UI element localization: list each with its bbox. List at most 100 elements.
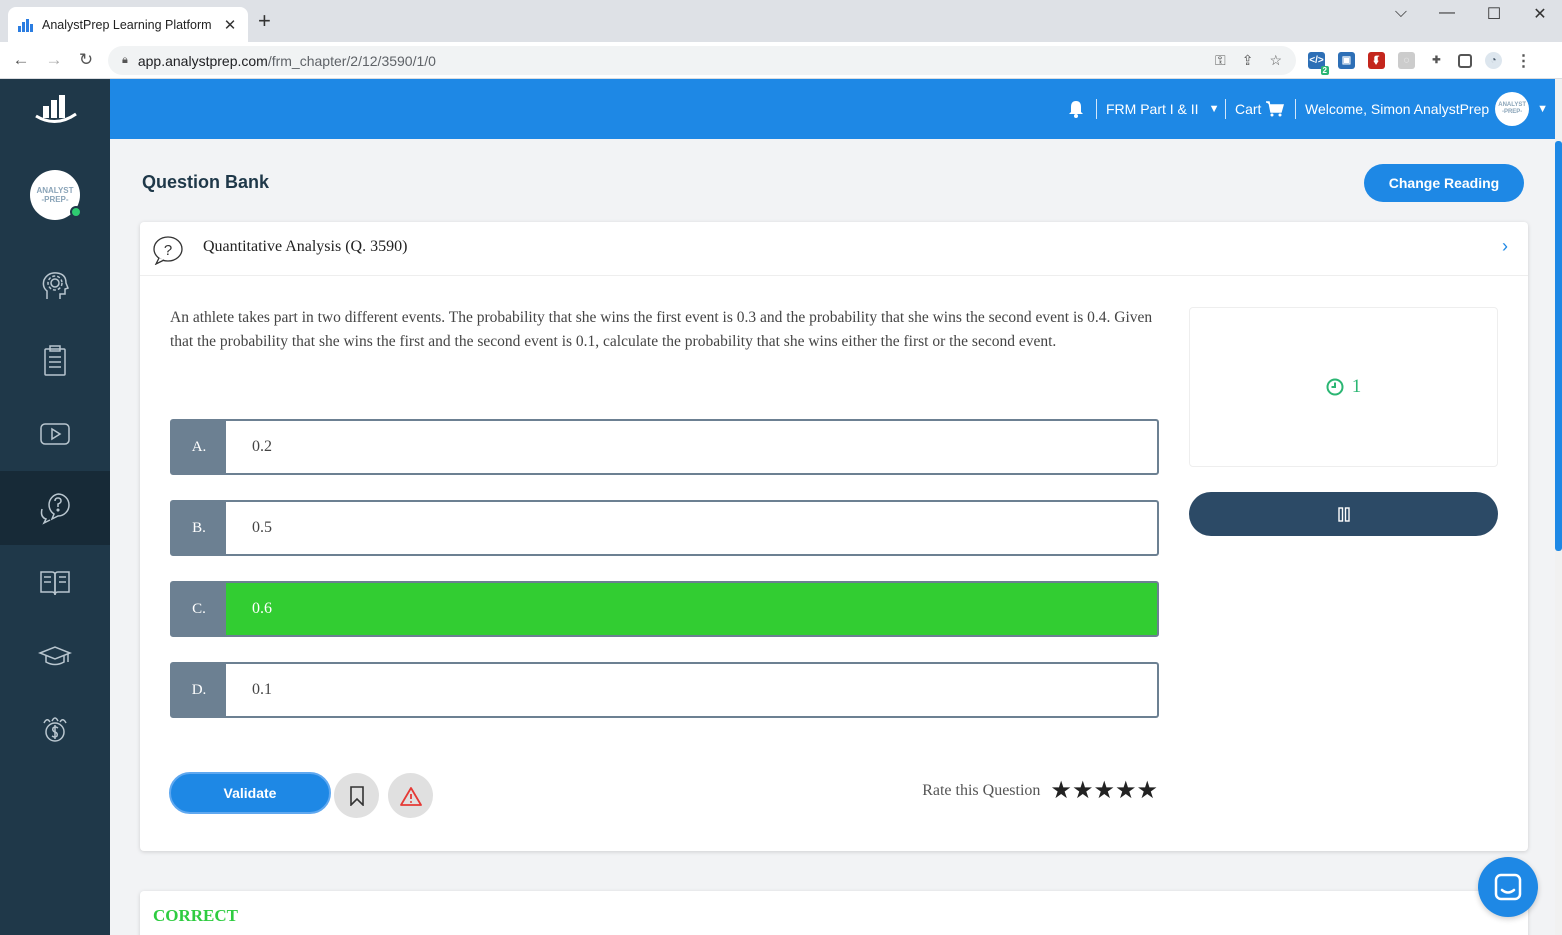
option-value: 0.2 [252, 438, 272, 455]
head-gear-icon [42, 272, 69, 299]
bookmark-icon [349, 785, 364, 806]
question-title: Quantitative Analysis (Q. 3590) [203, 238, 408, 255]
welcome-text: Welcome, Simon AnalystPrep [1305, 101, 1490, 117]
close-window-icon[interactable]: ✕ [1525, 4, 1555, 24]
analystprep-favicon-icon [18, 18, 34, 32]
address-bar[interactable]: 🔒︎ app.analystprep.com/frm_chapter/2/12/… [108, 46, 1296, 75]
chevron-down-icon: ▼ [1208, 103, 1220, 115]
header-divider [1096, 99, 1097, 119]
browser-tab[interactable]: AnalystPrep Learning Platform ✕ [8, 7, 248, 42]
change-reading-button[interactable]: Change Reading [1364, 164, 1524, 202]
chat-icon [1494, 873, 1522, 901]
svg-text:?: ? [164, 242, 172, 259]
option-letter: A. [172, 421, 226, 473]
timer-panel: 1 [1189, 307, 1498, 467]
url-host: app.analystprep.com [137, 52, 268, 69]
cart-link[interactable]: Cart [1235, 79, 1285, 139]
chat-button[interactable] [1478, 857, 1538, 917]
tab-title: AnalystPrep Learning Platform [42, 17, 212, 32]
bookmark-button[interactable] [334, 773, 379, 818]
browser-tabstrip: AnalystPrep Learning Platform ✕ + ⌵ — ☐ … [0, 0, 1562, 42]
pause-button[interactable] [1189, 492, 1498, 536]
new-tab-icon[interactable]: + [258, 10, 271, 32]
question-text: An athlete takes part in two different e… [170, 309, 1153, 350]
timer-value: 1 [1351, 376, 1362, 397]
option-a[interactable]: A. 0.2 [170, 419, 1159, 475]
course-selector[interactable]: FRM Part I & II ▼ [1106, 79, 1219, 139]
sidebar: ANALYST -PREP- [0, 79, 110, 935]
sidebar-item-notes[interactable] [0, 323, 110, 397]
close-tab-icon[interactable]: ✕ [222, 16, 238, 34]
option-c[interactable]: C. 0.6 [170, 581, 1159, 637]
extensions-bar: </> 2 ▣ ⮮ ◌ ✚ ◔ ⋮ [1308, 52, 1532, 75]
chevron-down-icon: ▼ [1537, 103, 1549, 115]
bookmark-star-icon[interactable]: ☆ [1269, 52, 1282, 69]
option-value: 0.1 [252, 681, 272, 698]
user-avatar[interactable]: ANALYST -PREP- [30, 170, 82, 220]
chevron-right-icon[interactable]: › [1502, 236, 1508, 257]
code-extension-icon[interactable]: </> 2 [1308, 52, 1329, 75]
analystprep-logo-icon[interactable] [34, 92, 78, 126]
url-path: /frm_chapter/2/12/3590/1/0 [267, 52, 436, 69]
header-avatar-text-bottom: -PREP- [1501, 109, 1523, 115]
sidebar-item-finance[interactable] [0, 693, 110, 767]
lock-icon: 🔒︎ [122, 54, 128, 66]
scrollbar-thumb[interactable] [1555, 141, 1562, 551]
header-avatar-text-top: ANALYST [1498, 102, 1527, 108]
course-label: FRM Part I & II [1106, 101, 1199, 117]
rate-label: Rate this Question [922, 781, 1041, 799]
warning-icon [399, 786, 422, 806]
sidebar-item-videos[interactable] [0, 397, 110, 471]
sidebar-item-courses[interactable] [0, 619, 110, 693]
avatar-text-top: ANALYST [36, 186, 74, 195]
rate-question: Rate this Question ★★★★★ [922, 776, 1158, 805]
profile-avatar-icon[interactable]: ◔ [1485, 52, 1502, 69]
sidebar-item-reading[interactable] [0, 545, 110, 619]
option-d[interactable]: D. 0.1 [170, 662, 1159, 718]
open-book-icon [40, 571, 70, 596]
key-icon[interactable]: ⚿ [1215, 52, 1226, 69]
question-card-header[interactable]: ? Quantitative Analysis (Q. 3590) › [140, 222, 1528, 276]
back-icon[interactable]: ← [11, 50, 31, 70]
minimize-icon[interactable]: — [1432, 4, 1462, 22]
rating-stars[interactable]: ★★★★★ [1050, 776, 1158, 805]
question-bubble-icon [40, 493, 70, 525]
page-scrollbar[interactable] [1555, 79, 1562, 935]
report-issue-button[interactable] [388, 773, 433, 818]
notifications-bell-icon[interactable] [1068, 79, 1084, 139]
option-letter: B. [172, 502, 226, 554]
pause-icon [1337, 506, 1350, 522]
clock-icon [1326, 378, 1344, 396]
graduation-cap-icon [38, 646, 72, 666]
reload-icon[interactable]: ↻ [76, 50, 96, 70]
translate-extension-icon[interactable]: ▣ [1338, 52, 1355, 69]
question-card: ? Quantitative Analysis (Q. 3590) › An a… [140, 222, 1528, 851]
puzzle-extensions-icon[interactable]: ✚ [1428, 52, 1445, 69]
extension-badge: 2 [1320, 66, 1329, 75]
question-bubble-icon: ? [153, 236, 183, 265]
sidebar-item-settings[interactable] [0, 249, 110, 323]
tab-search-icon[interactable]: ⌵ [1386, 4, 1416, 22]
side-panel-icon[interactable] [1458, 53, 1472, 68]
option-value: 0.6 [226, 583, 1157, 635]
header-divider [1225, 99, 1226, 119]
user-menu[interactable]: Welcome, Simon AnalystPrep ANALYST -PREP-… [1305, 79, 1548, 139]
maximize-icon[interactable]: ☐ [1479, 4, 1509, 24]
result-status: CORRECT [153, 906, 239, 925]
share-icon[interactable]: ⇪ [1242, 52, 1254, 69]
option-letter: D. [172, 664, 226, 716]
validate-button[interactable]: Validate [169, 772, 331, 814]
cart-icon [1266, 101, 1285, 117]
generic-extension-icon[interactable]: ◌ [1398, 52, 1415, 69]
option-b[interactable]: B. 0.5 [170, 500, 1159, 556]
top-header: FRM Part I & II ▼ Cart Welcome, Simon An… [110, 79, 1562, 139]
cart-label: Cart [1235, 101, 1262, 117]
online-status-dot [70, 206, 82, 218]
browser-menu-icon[interactable]: ⋮ [1515, 52, 1532, 70]
browser-toolbar: ← → ↻ 🔒︎ app.analystprep.com/frm_chapter… [0, 42, 1562, 79]
option-letter: C. [172, 583, 226, 635]
sidebar-item-question-bank[interactable] [0, 471, 110, 545]
forward-icon[interactable]: → [44, 50, 64, 70]
header-avatar: ANALYST -PREP- [1495, 92, 1530, 126]
pdf-extension-icon[interactable]: ⮮ [1368, 52, 1385, 69]
